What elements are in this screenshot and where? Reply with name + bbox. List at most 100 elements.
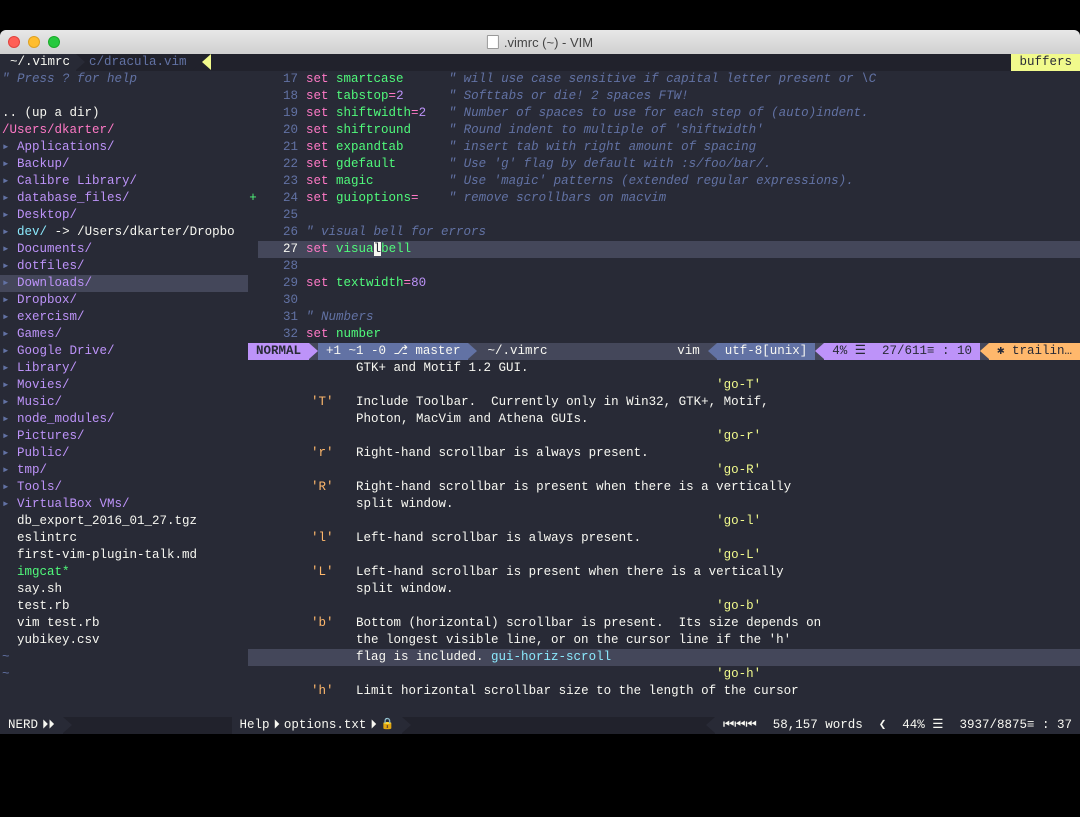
help-filename: options.txt [284, 717, 367, 734]
editor-line[interactable]: 21set expandtab " insert tab with right … [248, 139, 1080, 156]
nerdtree-downloads-dir[interactable]: ▸ Downloads/ [0, 275, 248, 292]
statusline-top: NORMAL +1 ~1 -0 ⎇ master ~/.vimrc vim ut… [248, 343, 1080, 360]
nerdtree-file[interactable]: say.sh [0, 581, 248, 598]
nerdtree-dir[interactable]: ▸ Games/ [0, 326, 248, 343]
nerdtree-dir[interactable]: ▸ exercism/ [0, 309, 248, 326]
nerdtree-dir[interactable]: ▸ database_files/ [0, 190, 248, 207]
editor-line[interactable]: 31" Numbers [248, 309, 1080, 326]
help-line: 'go-L' [248, 547, 1080, 564]
nerdtree-dir[interactable]: ▸ VirtualBox VMs/ [0, 496, 248, 513]
nerdtree-file[interactable]: first-vim-plugin-talk.md [0, 547, 248, 564]
close-window-button[interactable] [8, 36, 20, 48]
empty-line-tilde: ~ [0, 649, 248, 666]
editor-line[interactable]: 18set tabstop=2 " Softtabs or die! 2 spa… [248, 88, 1080, 105]
help-line: 'T' Include Toolbar. Currently only in W… [248, 394, 1080, 411]
nerdtree-dir[interactable]: ▸ Backup/ [0, 156, 248, 173]
editor-line[interactable]: 26" visual bell for errors [248, 224, 1080, 241]
nerdtree-file[interactable]: imgcat* [0, 564, 248, 581]
nerdtree-file[interactable]: yubikey.csv [0, 632, 248, 649]
chevron-left-icon: ❮ [871, 717, 895, 734]
git-hunks: +1 ~1 -0 ⎇ master [318, 343, 468, 360]
nerdtree-up-dir[interactable]: .. (up a dir) [0, 105, 248, 122]
editor-line[interactable]: +24set guioptions= " remove scrollbars o… [248, 190, 1080, 207]
tab-separator-icon [76, 54, 85, 70]
help-line: 'h' Limit horizontal scrollbar size to t… [248, 683, 1080, 700]
editor-line[interactable]: 32set number [248, 326, 1080, 343]
word-count: 58,157 words [765, 717, 871, 734]
editor-line[interactable]: 28 [248, 258, 1080, 275]
nerdtree-file[interactable]: vim test.rb [0, 615, 248, 632]
tab-dracula[interactable]: c/dracula.vim [85, 54, 193, 71]
editor-line[interactable]: 22set gdefault " Use 'g' flag by default… [248, 156, 1080, 173]
nerdtree-dir[interactable]: ▸ Dropbox/ [0, 292, 248, 309]
nerdtree-dir[interactable]: ▸ dotfiles/ [0, 258, 248, 275]
editor-line[interactable]: 25 [248, 207, 1080, 224]
nerdtree-dir[interactable]: ▸ Movies/ [0, 377, 248, 394]
nerdtree-dir[interactable]: ▸ Library/ [0, 360, 248, 377]
editor-line[interactable]: 30 [248, 292, 1080, 309]
editor-line[interactable]: 17set smartcase " will use case sensitiv… [248, 71, 1080, 88]
nerdtree-file[interactable]: eslintrc [0, 530, 248, 547]
filetype: vim [669, 343, 708, 360]
help-position: 3937/8875≡ : 37 [951, 717, 1080, 734]
nerdtree-dir[interactable]: ▸ tmp/ [0, 462, 248, 479]
zoom-window-button[interactable] [48, 36, 60, 48]
nerdtree-file[interactable]: test.rb [0, 598, 248, 615]
help-line: 'l' Left-hand scrollbar is always presen… [248, 530, 1080, 547]
nerdtree-dir[interactable]: ▸ Pictures/ [0, 428, 248, 445]
editor-line[interactable]: 19set shiftwidth=2 " Number of spaces to… [248, 105, 1080, 122]
editor-line[interactable]: 29set textwidth=80 [248, 275, 1080, 292]
help-line: 'r' Right-hand scrollbar is always prese… [248, 445, 1080, 462]
help-line: 'go-h' [248, 666, 1080, 683]
help-line: 'go-r' [248, 428, 1080, 445]
nerdtree-cwd[interactable]: /Users/dkarter/ [0, 122, 248, 139]
help-line: split window. [248, 581, 1080, 598]
help-line: 'go-R' [248, 462, 1080, 479]
editor-line[interactable]: 23set magic " Use 'magic' patterns (exte… [248, 173, 1080, 190]
filename: ~/.vimrc [477, 343, 557, 360]
sep-icon [402, 717, 411, 733]
nerdtree-dev-symlink[interactable]: ▸ dev/ -> /Users/dkarter/Dropbo [0, 224, 248, 241]
nerdtree-dir[interactable]: ▸ Music/ [0, 394, 248, 411]
bottom-tabline: NERD ⏵⏵ Help ⏵ options.txt ⏵ 🔒 ⏮⏮⏮ 58,15… [0, 717, 1080, 734]
window-title-text: .vimrc (~) - VIM [504, 34, 593, 51]
editor-pane[interactable]: 17set smartcase " will use case sensitiv… [248, 71, 1080, 343]
trailing-whitespace: ✱ trailin… [989, 343, 1080, 360]
nerdtree-dir[interactable]: ▸ Public/ [0, 445, 248, 462]
nerdtree-sidebar[interactable]: " Press ? for help .. (up a dir) /Users/… [0, 71, 248, 717]
nerdtree-dir[interactable]: ▸ node_modules/ [0, 411, 248, 428]
nerdtree-dir[interactable]: ▸ Tools/ [0, 479, 248, 496]
line-col: 27/611≡ : 10 [874, 343, 980, 360]
editor-line[interactable]: 20set shiftround " Round indent to multi… [248, 122, 1080, 139]
help-line: 'go-l' [248, 513, 1080, 530]
sep-icon [63, 717, 72, 733]
tab-separator-icon [193, 54, 202, 70]
editor-line[interactable]: 27set visualbell [248, 241, 1080, 258]
nerdtree-dir[interactable]: ▸ Google Drive/ [0, 343, 248, 360]
help-line: 'go-b' [248, 598, 1080, 615]
nerdtree-dir[interactable]: ▸ Documents/ [0, 241, 248, 258]
percent: 4% ☰ [824, 343, 874, 360]
nerdtree-dir[interactable]: ▸ Applications/ [0, 139, 248, 156]
document-icon [487, 35, 499, 49]
nerdtree-file[interactable]: db_export_2016_01_27.tgz [0, 513, 248, 530]
tab-vimrc[interactable]: ~/.vimrc [0, 54, 76, 71]
minimize-window-button[interactable] [28, 36, 40, 48]
window: .vimrc (~) - VIM ~/.vimrc c/dracula.vim … [0, 30, 1080, 734]
rewind-icon[interactable]: ⏮⏮⏮ [715, 717, 765, 734]
help-line: GTK+ and Motif 1.2 GUI. [248, 360, 1080, 377]
lock-icon: 🔒 [381, 717, 395, 734]
help-line: split window. [248, 496, 1080, 513]
mode-indicator: NORMAL [248, 343, 309, 360]
buffers-arrow-icon [202, 54, 211, 70]
nerdtree-status: NERD ⏵⏵ [0, 717, 63, 734]
nerdtree-dir[interactable]: ▸ Desktop/ [0, 207, 248, 224]
buffers-tab[interactable]: buffers [1011, 54, 1080, 71]
help-pane[interactable]: GTK+ and Motif 1.2 GUI. 'go-T' 'T' Inclu… [248, 360, 1080, 717]
traffic-lights [8, 36, 60, 48]
help-line: 'R' Right-hand scrollbar is present when… [248, 479, 1080, 496]
encoding: utf-8[unix] [717, 343, 816, 360]
nerdtree-dir[interactable]: ▸ Calibre Library/ [0, 173, 248, 190]
titlebar: .vimrc (~) - VIM [0, 30, 1080, 54]
tabline: ~/.vimrc c/dracula.vim buffers [0, 54, 1080, 71]
